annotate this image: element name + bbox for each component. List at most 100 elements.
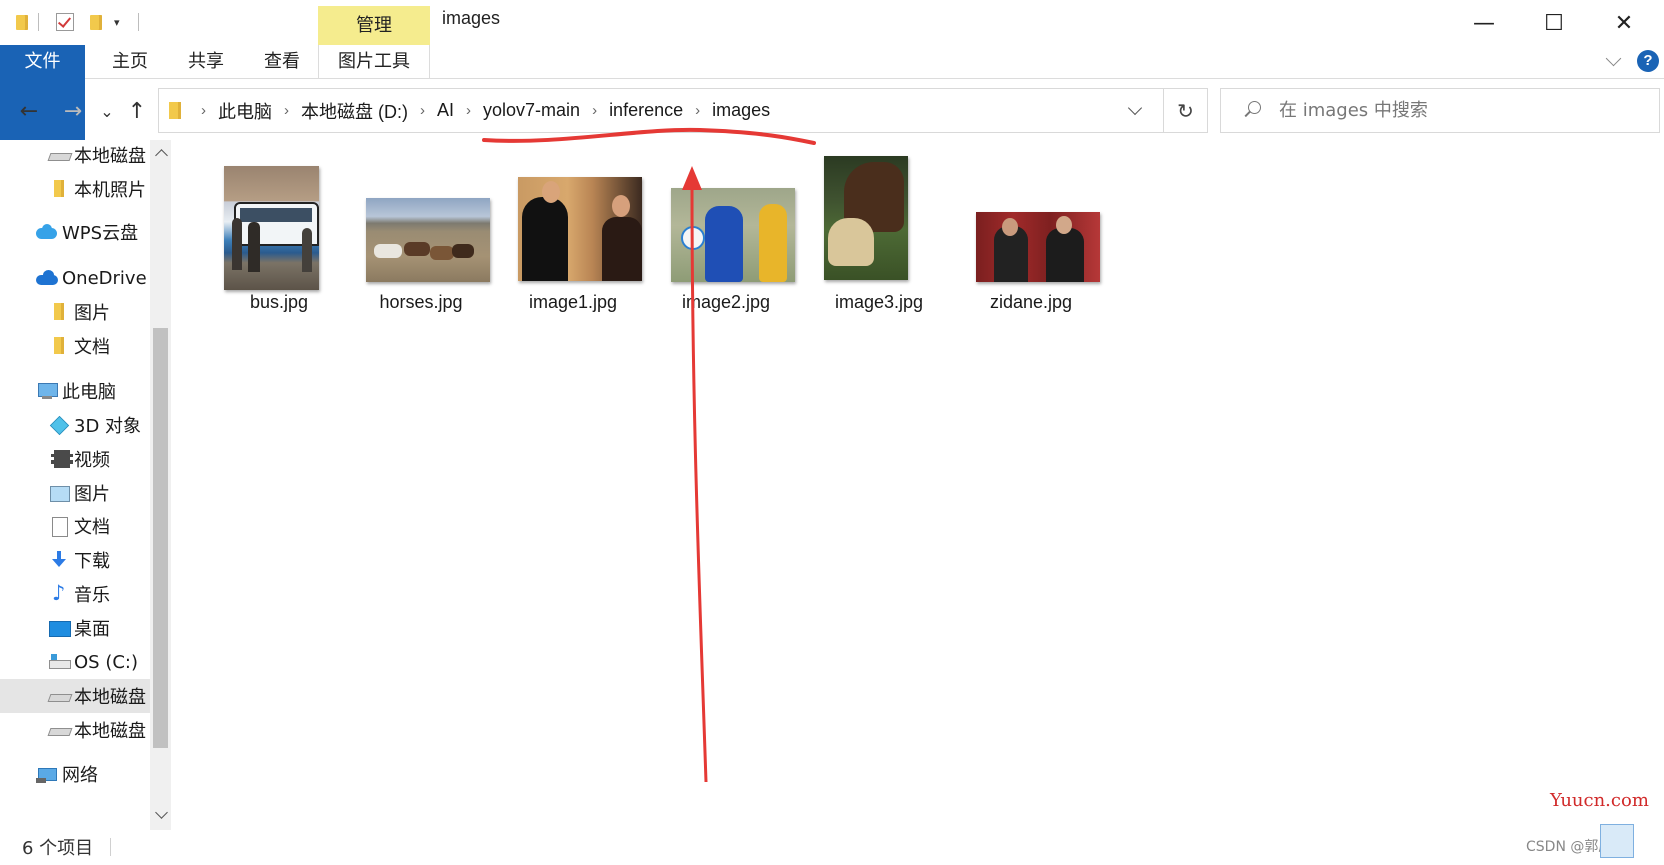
scroll-up-chevron-icon[interactable] — [154, 146, 168, 160]
tab-share[interactable]: 共享 — [176, 45, 236, 78]
breadcrumb-item-current[interactable]: images — [712, 100, 770, 121]
breadcrumb-separator-icon[interactable]: › — [201, 102, 206, 119]
breadcrumb-separator-icon[interactable]: › — [420, 102, 425, 119]
breadcrumb-item[interactable]: 此电脑 — [218, 98, 272, 124]
customize-quick-access-icon[interactable]: ▾ — [114, 10, 120, 34]
help-icon[interactable]: ? — [1637, 50, 1659, 72]
tab-view[interactable]: 查看 — [252, 45, 312, 78]
sidebar-item-videos[interactable]: 视频 — [0, 444, 150, 474]
pictures-icon — [48, 483, 70, 503]
expand-ribbon-chevron-icon[interactable] — [1604, 51, 1624, 71]
folder-icon — [167, 102, 183, 120]
address-bar[interactable]: › 此电脑 › 本地磁盘 (D:) › AI › yolov7-main › i… — [158, 88, 1164, 133]
drive-icon — [48, 720, 70, 740]
file-item[interactable]: image2.jpg — [651, 146, 801, 316]
back-button[interactable]: ← — [14, 96, 44, 126]
computer-icon — [36, 381, 58, 401]
minimize-button[interactable]: — — [1460, 6, 1508, 40]
sidebar-item-wps-cloud[interactable]: WPS云盘 — [0, 217, 150, 247]
search-input[interactable]: 在 images 中搜索 — [1279, 89, 1428, 132]
navigation-bar: ← → ⌄ ↑ › 此电脑 › 本地磁盘 (D:) › AI › yolov7-… — [0, 88, 1664, 134]
item-count: 6 个项目 — [22, 838, 94, 859]
cloud-icon — [36, 222, 58, 242]
sidebar-item-network[interactable]: 网络 — [0, 759, 150, 789]
title-bar: ▾ 管理 images — ☐ ✕ — [0, 0, 1664, 45]
breadcrumb-item[interactable]: AI — [437, 100, 454, 121]
image-thumbnail — [366, 198, 490, 282]
breadcrumb-separator-icon[interactable]: › — [695, 102, 700, 119]
sidebar-item-pictures[interactable]: 图片 — [0, 478, 150, 508]
sidebar-item-onedrive-pictures[interactable]: 图片 — [0, 297, 150, 327]
file-name: zidane.jpg — [989, 292, 1073, 312]
scroll-down-chevron-icon[interactable] — [154, 808, 168, 822]
chevron-down-icon: ⌄ — [100, 101, 114, 121]
search-box[interactable]: 在 images 中搜索 — [1220, 88, 1660, 133]
sidebar-item-label: 此电脑 — [62, 382, 116, 403]
sidebar-item-this-pc[interactable]: 此电脑 — [0, 376, 150, 406]
file-item[interactable]: zidane.jpg — [956, 146, 1106, 316]
refresh-button[interactable]: ↻ — [1164, 88, 1208, 133]
sidebar-item-label: 本机照片 — [74, 180, 146, 201]
scrollbar-thumb[interactable] — [153, 328, 168, 748]
onedrive-icon — [36, 268, 58, 288]
tab-home[interactable]: 主页 — [100, 45, 160, 78]
sidebar-item-music[interactable]: 音乐 — [0, 579, 150, 609]
sidebar-item-documents[interactable]: 文档 — [0, 511, 150, 541]
network-icon — [36, 764, 58, 784]
file-item[interactable]: horses.jpg — [346, 146, 496, 316]
sidebar-item-label: WPS云盘 — [62, 223, 139, 244]
breadcrumb-item[interactable]: yolov7-main — [483, 100, 580, 121]
file-item[interactable]: bus.jpg — [204, 146, 354, 316]
search-icon — [1241, 100, 1263, 122]
up-arrow-icon: ↑ — [127, 98, 147, 124]
breadcrumb-item[interactable]: inference — [609, 100, 683, 121]
close-button[interactable]: ✕ — [1600, 6, 1648, 40]
recent-locations-button[interactable]: ⌄ — [92, 96, 122, 126]
quick-access-folder-icon[interactable] — [14, 10, 30, 34]
sidebar-item-local-disk-d[interactable]: 本地磁盘 — [0, 679, 150, 713]
image-thumbnail — [671, 188, 795, 282]
sidebar-scrollbar[interactable] — [150, 140, 171, 830]
sidebar-item-os-c[interactable]: OS (C:) — [0, 647, 150, 677]
sidebar-item-desktop[interactable]: 桌面 — [0, 613, 150, 643]
sidebar-item-onedrive[interactable]: OneDrive — [0, 263, 150, 293]
large-icons-view-button[interactable] — [1600, 824, 1634, 858]
breadcrumb-separator-icon[interactable]: › — [592, 102, 597, 119]
sidebar-item-3d-objects[interactable]: 3D 对象 — [0, 410, 150, 440]
sidebar-item-downloads[interactable]: 下载 — [0, 545, 150, 575]
music-icon — [48, 581, 70, 605]
drive-icon — [48, 145, 70, 165]
desktop-icon — [48, 618, 71, 638]
new-folder-icon[interactable] — [88, 10, 104, 34]
cube-icon — [48, 415, 70, 435]
os-drive-icon — [48, 652, 71, 672]
download-icon — [48, 550, 70, 570]
sidebar-item-label: 文档 — [74, 517, 110, 538]
properties-check-icon[interactable] — [56, 10, 74, 34]
breadcrumb-item[interactable]: 本地磁盘 (D:) — [301, 98, 408, 124]
tab-picture-tools[interactable]: 图片工具 — [318, 45, 430, 78]
file-item[interactable]: image1.jpg — [498, 146, 648, 316]
maximize-button[interactable]: ☐ — [1530, 6, 1578, 40]
sidebar-item-onedrive-documents[interactable]: 文档 — [0, 331, 150, 361]
sidebar-item-local-photos[interactable]: 本机照片 — [0, 174, 150, 204]
image-thumbnail — [518, 177, 642, 281]
sidebar-item-label: 网络 — [62, 765, 98, 786]
up-button[interactable]: ↑ — [122, 96, 152, 126]
manage-context-tab[interactable]: 管理 — [318, 6, 430, 45]
forward-button[interactable]: → — [58, 96, 88, 126]
breadcrumb-separator-icon[interactable]: › — [284, 102, 289, 119]
sidebar-item-local-disk[interactable]: 本地磁盘 — [0, 140, 150, 170]
address-history-chevron-icon[interactable] — [1127, 103, 1143, 119]
sidebar-item-label: 下载 — [74, 551, 110, 572]
navigation-pane: 本地磁盘 本机照片 WPS云盘 OneDrive 图片 文档 此电脑 3D 对象… — [0, 140, 150, 830]
minimize-icon: — — [1473, 10, 1495, 36]
file-item[interactable]: image3.jpg — [804, 146, 954, 316]
sidebar-item-local-disk-e[interactable]: 本地磁盘 — [0, 715, 150, 745]
breadcrumb-separator-icon[interactable]: › — [466, 102, 471, 119]
file-name: image2.jpg — [681, 292, 771, 312]
folder-icon — [48, 302, 70, 322]
status-bar: 6 个项目 — [0, 830, 1664, 865]
file-name: image3.jpg — [834, 292, 924, 312]
window-title: images — [442, 8, 501, 28]
